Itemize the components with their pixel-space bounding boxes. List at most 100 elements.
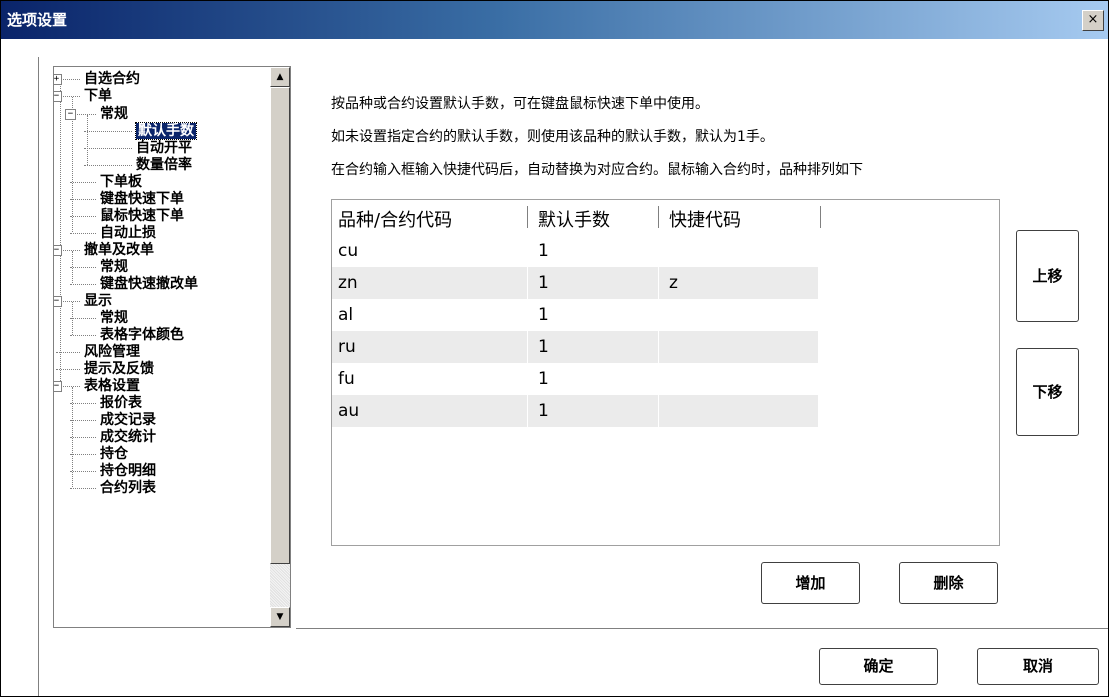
tree-item[interactable]: 自动开平 xyxy=(136,140,192,156)
tree-item[interactable]: 撤单及改单 xyxy=(84,242,154,258)
table-cell[interactable]: 1 xyxy=(538,369,549,389)
table-cell[interactable]: al xyxy=(338,305,353,325)
tree-item[interactable]: 提示及反馈 xyxy=(84,361,154,377)
default-lots-table[interactable]: 品种/合约代码 默认手数 快捷代码 cu 1 zn 1 z al 1 ru 1 fu 1 au 1 xyxy=(331,199,1000,546)
table-cell[interactable]: 1 xyxy=(538,241,549,261)
table-cell[interactable]: 1 xyxy=(538,337,549,357)
table-header: 品种/合约代码 默认手数 快捷代码 xyxy=(332,200,999,234)
window-title: 选项设置 xyxy=(7,11,68,29)
tree-item[interactable]: 数量倍率 xyxy=(136,157,192,173)
settings-tree: + 自选合约 − 下单 − 常规 默认手数 自动开平 数量倍率 下单板 键盘快速下单 鼠标快速下单 自动… xyxy=(53,66,291,628)
tree-item[interactable]: 常规 xyxy=(100,310,128,326)
column-divider xyxy=(527,267,528,299)
table-row[interactable]: cu 1 xyxy=(332,235,818,267)
tree-scrollbar[interactable]: ▲ ▼ xyxy=(270,67,290,627)
tree-connector-line xyxy=(70,233,96,234)
table-cell[interactable]: 1 xyxy=(538,401,549,421)
table-cell[interactable]: 1 xyxy=(538,305,549,325)
move-down-button[interactable]: 下移 xyxy=(1016,348,1079,436)
move-up-button[interactable]: 上移 xyxy=(1016,230,1079,322)
delete-button[interactable]: 删除 xyxy=(899,562,998,604)
table-row[interactable]: zn 1 z xyxy=(332,267,818,299)
tree-item[interactable]: 默认手数 xyxy=(135,122,197,140)
table-cell[interactable]: cu xyxy=(338,241,358,261)
description-line-2: 如未设置指定合约的默认手数，则使用该品种的默认手数，默认为1手。 xyxy=(331,129,774,145)
table-cell[interactable]: au xyxy=(338,401,359,421)
tree-item[interactable]: 成交统计 xyxy=(100,429,156,445)
tree-item[interactable]: 下单 xyxy=(84,88,112,104)
tree-item[interactable]: 常规 xyxy=(100,259,128,275)
options-dialog: 选项设置 × + 自选合约 − 下单 − 常规 默认手数 自动开平 数量倍率 下单板 键盘快速下单鼠… xyxy=(0,0,1109,697)
ok-button[interactable]: 确定 xyxy=(819,648,938,685)
tree-connector-line xyxy=(84,165,132,166)
tree-item[interactable]: 常规 xyxy=(100,106,128,122)
close-button[interactable]: × xyxy=(1082,10,1104,31)
table-cell[interactable]: fu xyxy=(338,369,355,389)
column-divider xyxy=(658,267,659,299)
column-header-lots[interactable]: 默认手数 xyxy=(538,206,610,232)
collapse-icon[interactable]: − xyxy=(54,91,62,102)
tree-item[interactable]: 下单板 xyxy=(100,174,142,190)
column-divider xyxy=(658,235,659,267)
scroll-down-button[interactable]: ▼ xyxy=(270,607,290,627)
column-divider xyxy=(658,363,659,395)
tree-item[interactable]: 风险管理 xyxy=(84,344,140,360)
cancel-button[interactable]: 取消 xyxy=(977,648,1099,685)
tree-connector-line xyxy=(70,471,96,472)
collapse-icon[interactable]: − xyxy=(54,381,62,392)
tree-item[interactable]: 自动止损 xyxy=(100,225,156,241)
dialog-left-border xyxy=(38,57,39,696)
tree-item[interactable]: 持仓明细 xyxy=(100,463,156,479)
tree-item[interactable]: 键盘快速下单 xyxy=(100,191,184,207)
tree-item[interactable]: 键盘快速撤改单 xyxy=(100,276,198,292)
table-row[interactable]: ru 1 xyxy=(332,331,818,363)
table-row[interactable]: fu 1 xyxy=(332,363,818,395)
scroll-thumb[interactable] xyxy=(270,87,290,564)
scroll-up-button[interactable]: ▲ xyxy=(270,67,290,87)
table-cell[interactable]: zn xyxy=(338,273,358,293)
tree-item[interactable]: 鼠标快速下单 xyxy=(100,208,184,224)
tree-item[interactable]: 报价表 xyxy=(100,395,142,411)
tree-connector-line xyxy=(56,352,80,353)
table-cell[interactable]: ru xyxy=(338,337,356,357)
description-line-3: 在合约输入框输入快捷代码后，自动替换为对应合约。鼠标输入合约时，品种排列如下 xyxy=(331,162,863,178)
collapse-icon[interactable]: − xyxy=(54,245,62,256)
tree-connector-line xyxy=(70,199,96,200)
title-bar[interactable]: 选项设置 × xyxy=(1,1,1108,39)
collapse-icon[interactable]: − xyxy=(65,109,76,120)
collapse-icon[interactable]: − xyxy=(54,296,62,307)
column-divider xyxy=(658,299,659,331)
tree-item[interactable]: 显示 xyxy=(84,293,112,309)
column-separator[interactable] xyxy=(658,206,659,228)
tree-connector-line xyxy=(70,403,96,404)
tree-item[interactable]: 自选合约 xyxy=(84,71,140,87)
table-row[interactable]: au 1 xyxy=(332,395,818,427)
column-header-shortcut[interactable]: 快捷代码 xyxy=(669,206,741,232)
tree-connector-line xyxy=(70,216,96,217)
tree-connector-line xyxy=(70,182,96,183)
add-button[interactable]: 增加 xyxy=(761,562,860,604)
tree-item[interactable]: 表格字体颜色 xyxy=(100,327,184,343)
tree-item[interactable]: 持仓 xyxy=(100,446,128,462)
column-separator[interactable] xyxy=(820,206,821,228)
tree-connector-line xyxy=(70,454,96,455)
tree-connector-line xyxy=(70,488,96,489)
tree-connector-line xyxy=(60,75,61,389)
tree-connector-line xyxy=(70,437,96,438)
table-cell[interactable]: 1 xyxy=(538,273,549,293)
tree-connector-line xyxy=(70,420,96,421)
expand-icon[interactable]: + xyxy=(54,74,62,85)
column-divider xyxy=(658,395,659,427)
column-header-code[interactable]: 品种/合约代码 xyxy=(338,206,452,232)
tree-item[interactable]: 表格设置 xyxy=(84,378,140,394)
column-divider xyxy=(527,395,528,427)
tree-item[interactable]: 成交记录 xyxy=(100,412,156,428)
table-row[interactable]: al 1 xyxy=(332,299,818,331)
tree-connector-line xyxy=(87,115,88,165)
table-cell[interactable]: z xyxy=(669,273,678,293)
column-divider xyxy=(527,235,528,267)
tree-connector-line xyxy=(70,335,96,336)
column-divider xyxy=(527,299,528,331)
tree-item[interactable]: 合约列表 xyxy=(100,480,156,496)
column-separator[interactable] xyxy=(527,206,528,228)
